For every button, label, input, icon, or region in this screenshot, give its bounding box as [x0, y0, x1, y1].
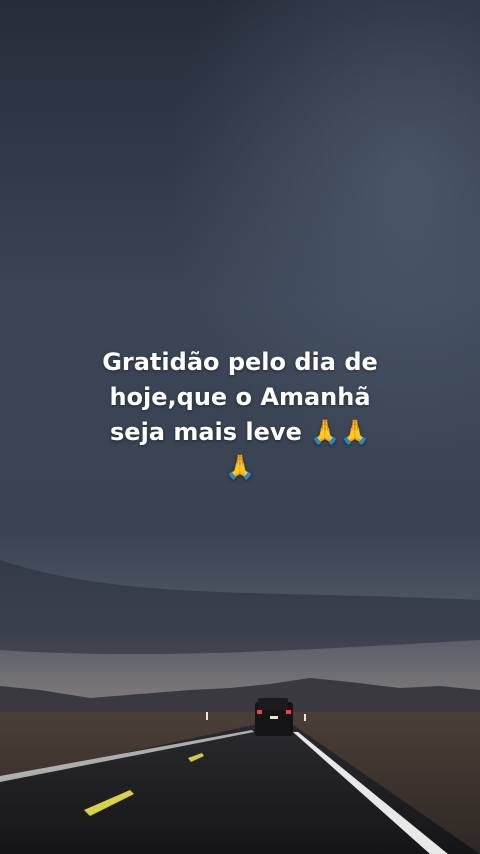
roadside-post [206, 712, 208, 720]
roadside-post-2 [304, 714, 306, 721]
truck [255, 698, 293, 736]
caption-text: Gratidão pelo dia de hoje,que o Amanhã s… [102, 348, 378, 481]
sky-glow [0, 0, 480, 600]
